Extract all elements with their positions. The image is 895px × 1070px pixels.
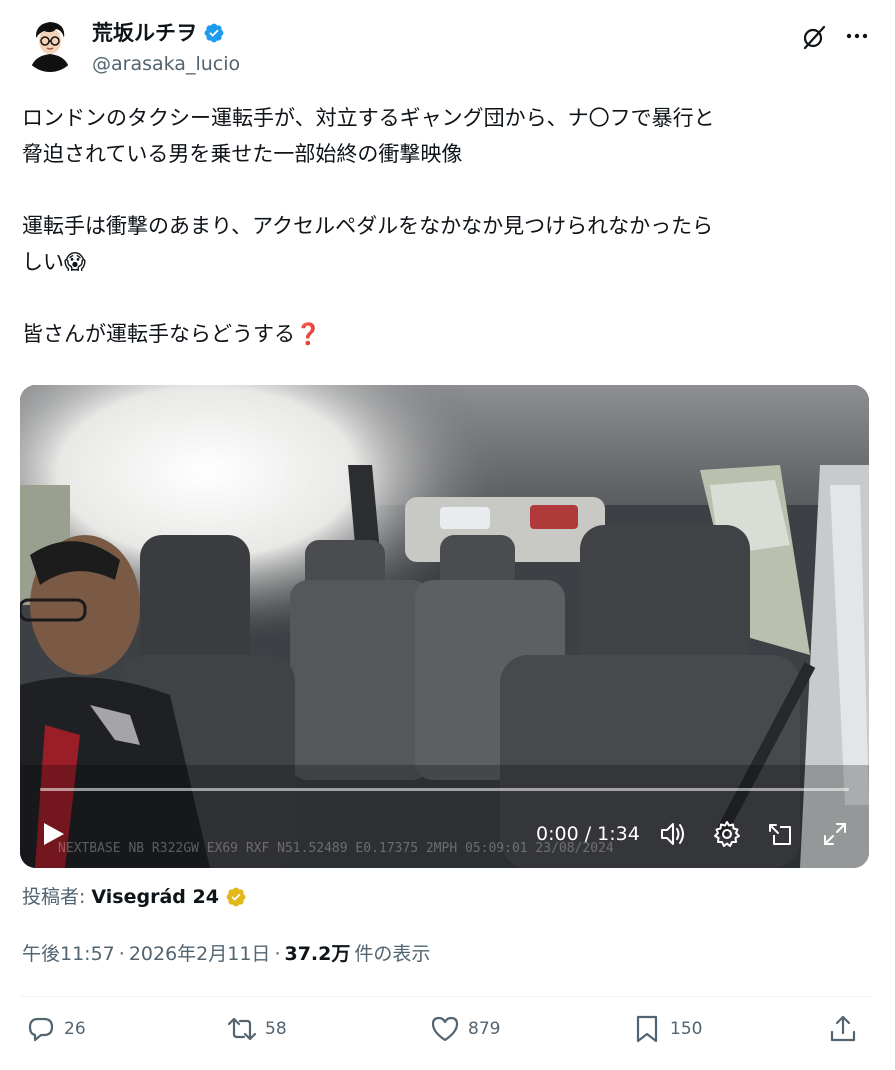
avatar[interactable] (22, 16, 78, 72)
like-button[interactable]: 879 (430, 1014, 500, 1044)
attribution-label: 投稿者: (22, 886, 86, 908)
meta-separator: · (118, 943, 125, 965)
pip-icon[interactable] (766, 819, 796, 849)
views-label: 件の表示 (354, 943, 431, 965)
verified-badge-icon (204, 23, 224, 43)
reply-button[interactable]: 26 (26, 1014, 86, 1044)
grok-icon[interactable] (801, 24, 827, 50)
tweet-header: 荒坂ルチヲ @arasaka_lucio (22, 14, 873, 80)
video-time: 0:00 / 1:34 (536, 823, 640, 845)
tweet-text: ロンドンのタクシー運転手が、対立するギャング団から、ナ〇フで暴行と 脅迫されてい… (22, 100, 873, 352)
tweet-line: しい😱 (22, 250, 86, 274)
views-count[interactable]: 37.2万 (284, 940, 350, 968)
retweet-button[interactable]: 58 (227, 1014, 287, 1044)
tweet-line: ロンドンのタクシー運転手が、対立するギャング団から、ナ〇フで暴行と (22, 106, 715, 130)
progress-bar[interactable] (40, 788, 849, 791)
video-frame (20, 385, 869, 868)
share-icon (830, 1015, 856, 1042)
retweet-count: 58 (265, 1019, 287, 1039)
dashcam-overlay: NEXTBASE NB R322GW EX69 RXF N51.52489 E0… (58, 841, 614, 856)
share-button[interactable] (828, 1014, 858, 1044)
meta-separator: · (274, 943, 281, 965)
tweet-line: 皆さんが運転手ならどうする❓ (22, 322, 322, 346)
bookmark-icon (636, 1015, 658, 1043)
video-player[interactable]: NEXTBASE NB R322GW EX69 RXF N51.52489 E0… (20, 385, 869, 868)
tweet-line: 運転手は衝撃のあまり、アクセルペダルをなかなか見つけられなかったら (22, 214, 714, 238)
settings-icon[interactable] (712, 819, 742, 849)
like-count: 879 (468, 1019, 501, 1039)
post-date[interactable]: 2026年2月11日 (129, 940, 271, 968)
reply-icon (28, 1017, 54, 1042)
more-icon[interactable] (843, 22, 871, 50)
volume-icon[interactable] (658, 819, 688, 849)
retweet-icon (227, 1017, 257, 1041)
play-icon[interactable] (38, 819, 68, 849)
user-handle[interactable]: @arasaka_lucio (92, 52, 240, 76)
attribution-name[interactable]: Visegrád 24 (91, 883, 219, 911)
name-row: 荒坂ルチヲ (92, 20, 225, 46)
post-time[interactable]: 午後11:57 (22, 940, 115, 968)
like-icon (431, 1016, 459, 1042)
action-bar: 26 58 879 150 (22, 1014, 873, 1054)
tweet-line: 脅迫されている男を乗せた一部始終の衝撃映像 (22, 142, 463, 166)
divider (20, 996, 871, 997)
bookmark-count: 150 (670, 1019, 703, 1039)
bookmark-button[interactable]: 150 (632, 1014, 702, 1044)
reply-count: 26 (64, 1019, 86, 1039)
display-name[interactable]: 荒坂ルチヲ (92, 20, 197, 46)
media-attribution: 投稿者: Visegrád 24 (22, 883, 247, 911)
gold-verified-badge-icon (226, 887, 246, 907)
tweet-meta: 午後11:57 · 2026年2月11日 · 37.2万 件の表示 (22, 940, 430, 968)
fullscreen-icon[interactable] (820, 819, 850, 849)
